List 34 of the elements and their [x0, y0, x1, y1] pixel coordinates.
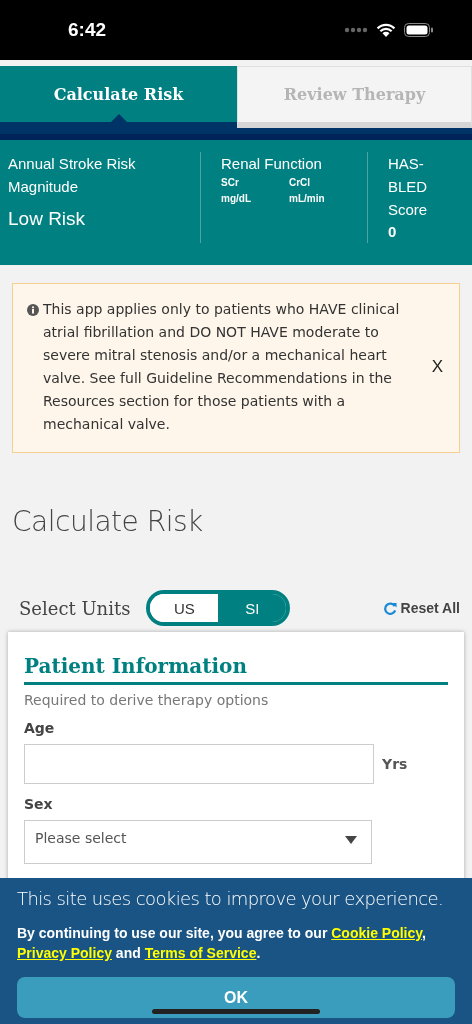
page-title: Calculate Risk: [12, 505, 204, 538]
clock-time: 6:42: [68, 19, 107, 41]
wifi-icon: [376, 22, 396, 38]
renal-measure: SCr: [221, 176, 240, 190]
field-label: Sex: [24, 796, 54, 812]
tab[interactable]: Calculate Risk: [0, 66, 237, 122]
stroke-risk-label: Annual Stroke Risk Magnitude: [8, 154, 137, 197]
unit-label: Yrs: [382, 756, 408, 772]
policy-link[interactable]: Terms of Service: [144, 945, 257, 961]
section-subtitle: Required to derive therapy options: [24, 692, 270, 708]
info-icon: [27, 304, 39, 316]
stroke-risk-value: Low Risk: [8, 208, 87, 230]
signal-icon: [344, 27, 368, 33]
renal-unit: mg/dL: [221, 192, 252, 206]
field-label: Age: [24, 720, 56, 736]
unit-option[interactable]: SI: [218, 594, 287, 622]
section-title: Patient Information: [24, 654, 448, 685]
has-bled-score: 0: [388, 223, 398, 240]
cookie-heading: This site uses cookies to improve your experience.: [17, 888, 445, 909]
refresh-icon: [383, 601, 397, 615]
alert-text: This app applies only to patients who HAVE clinical atrial fibrillation and DO NOT HAVE moderate to severe mitral stenosis and/or a mechanical heart valve. See full Guideline Recommendations in the Resources section for those patients with a mechanical valve.: [43, 300, 401, 434]
renal-function-label: Renal Function: [221, 154, 323, 174]
battery-icon: [404, 23, 434, 37]
input-field[interactable]: [24, 744, 374, 784]
policy-link[interactable]: Privacy Policy: [17, 945, 112, 961]
cookie-text: By continuing to use our site, you agree to our Cookie Policy, Privacy Policy and Terms of Service.: [17, 924, 427, 963]
units-label: Select Units: [19, 597, 131, 619]
select-field[interactable]: Please select: [24, 820, 372, 864]
unit-option[interactable]: US: [150, 594, 219, 622]
renal-measure: CrCl: [289, 176, 312, 190]
has-bled-label: HAS-BLED Score: [388, 154, 429, 220]
renal-unit: mL/min: [289, 192, 326, 206]
close-button[interactable]: X: [427, 357, 447, 377]
reset-button[interactable]: Reset All: [383, 600, 460, 616]
